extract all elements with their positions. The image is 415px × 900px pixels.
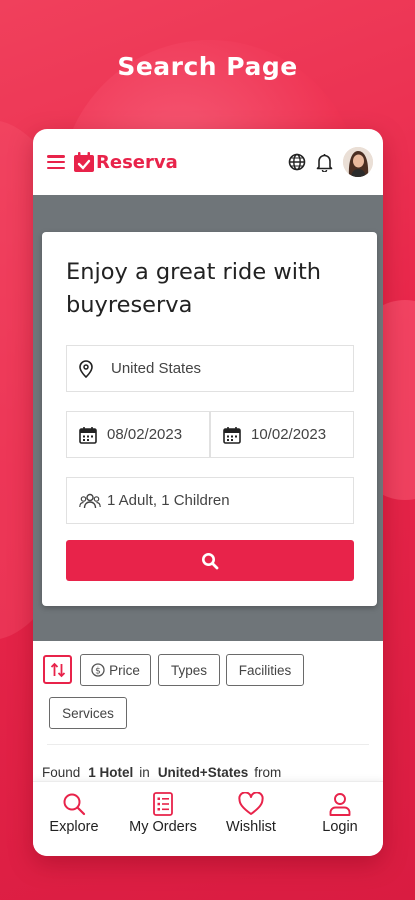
calendar-check-icon <box>74 152 94 172</box>
filter-chip-facilities[interactable]: Facilities <box>226 654 304 686</box>
divider <box>47 744 369 745</box>
found-label: Found <box>42 765 81 780</box>
phone-screen: Reserva Enjoy a great ride with buyreser… <box>33 129 383 856</box>
nav-login[interactable]: Login <box>295 792 383 835</box>
filter-chip-label: Facilities <box>238 662 292 678</box>
checkout-date-value: 10/02/2023 <box>251 426 327 443</box>
heart-icon <box>238 792 264 815</box>
search-card: Enjoy a great ride with buyreserva Unite… <box>42 232 377 606</box>
orders-list-icon <box>153 792 173 816</box>
guests-field[interactable]: 1 Adult, 1 Children <box>66 477 354 524</box>
location-value: United States <box>111 360 202 377</box>
app-logo[interactable]: Reserva <box>73 151 178 173</box>
checkin-date-field[interactable]: 08/02/2023 <box>66 411 210 458</box>
sort-icon <box>50 662 65 677</box>
bell-icon[interactable] <box>316 153 333 172</box>
search-icon <box>63 793 86 816</box>
nav-wishlist[interactable]: Wishlist <box>206 792 296 835</box>
in-label: in <box>139 765 150 780</box>
nav-label: Wishlist <box>226 819 276 835</box>
nav-label: My Orders <box>129 819 197 835</box>
checkin-date-value: 08/02/2023 <box>107 426 183 443</box>
results-location: United+States <box>157 765 249 780</box>
promo-headline: Search Page <box>117 52 298 81</box>
search-icon <box>202 552 219 569</box>
results-count: 1 Hotel <box>88 765 134 780</box>
hero-title: Enjoy a great ride with buyreserva <box>66 259 322 318</box>
checkout-date-field[interactable]: 10/02/2023 <box>210 411 354 458</box>
location-field[interactable]: United States <box>66 345 354 392</box>
sort-button[interactable] <box>43 655 72 684</box>
bottom-nav: Explore My Orders Wishlist Login <box>33 781 383 856</box>
globe-icon[interactable] <box>288 153 306 171</box>
calendar-icon <box>79 426 97 444</box>
filter-chip-types[interactable]: Types <box>158 654 220 686</box>
filter-chip-price[interactable]: $ Price <box>80 654 151 686</box>
search-button[interactable] <box>66 540 354 581</box>
from-label: from <box>254 765 282 780</box>
nav-label: Login <box>322 819 358 835</box>
map-pin-icon <box>79 359 93 378</box>
guests-value: 1 Adult, 1 Children <box>107 492 230 509</box>
filter-chip-label: Price <box>109 662 140 678</box>
svg-text:$: $ <box>95 666 101 676</box>
nav-explore[interactable]: Explore <box>33 792 119 835</box>
filter-chip-label: Types <box>170 662 208 678</box>
app-header: Reserva <box>33 129 383 195</box>
calendar-icon <box>223 426 241 444</box>
users-icon <box>79 493 101 508</box>
logo-text: Reserva <box>96 151 178 173</box>
dollar-circle-icon: $ <box>91 663 105 677</box>
nav-label: Explore <box>49 819 99 835</box>
filter-chip-label: Services <box>62 705 114 721</box>
results-summary: Found 1 Hotel in United+States from <box>42 765 281 780</box>
nav-my-orders[interactable]: My Orders <box>118 792 208 835</box>
filter-chip-services[interactable]: Services <box>49 697 127 729</box>
avatar[interactable] <box>343 147 373 177</box>
user-icon <box>329 793 351 816</box>
hamburger-icon[interactable] <box>47 155 65 169</box>
